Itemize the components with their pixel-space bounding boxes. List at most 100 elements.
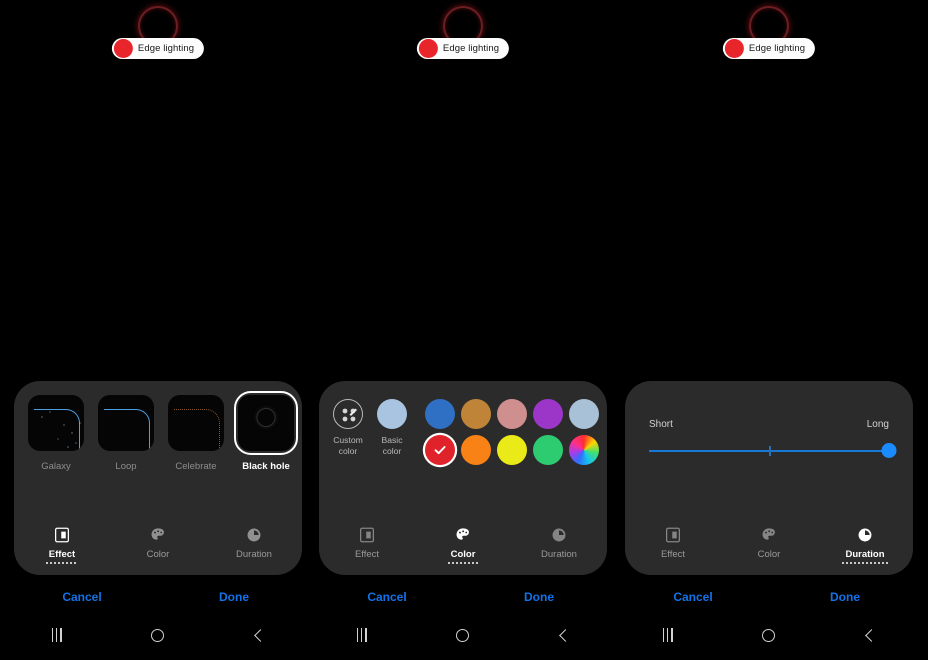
effect-thumbnail-black-hole — [238, 395, 294, 451]
back-icon — [254, 628, 268, 642]
tab-color[interactable]: Color — [110, 507, 206, 575]
tab-label: Duration — [236, 549, 272, 560]
done-button[interactable]: Done — [769, 590, 921, 604]
tab-effect[interactable]: Effect — [625, 507, 721, 575]
android-navbar — [6, 618, 310, 652]
sheet-tabbar: Effect Color Duration — [319, 507, 607, 575]
palette-icon — [151, 528, 164, 540]
swatch-purple[interactable] — [533, 399, 563, 429]
recents-button[interactable] — [311, 618, 412, 652]
swatch-green[interactable] — [533, 435, 563, 465]
effect-thumb-wrap-selected — [234, 391, 298, 455]
effect-thumb-wrap — [24, 391, 88, 455]
effect-item-celebrate[interactable]: Celebrate — [164, 391, 228, 472]
notification-pill[interactable]: Edge lighting — [722, 38, 816, 59]
palette-icon — [762, 528, 775, 540]
swatch-red-selected[interactable] — [425, 435, 455, 465]
sheet-actions: Cancel Done — [6, 583, 310, 611]
sheet-tabbar: Effect Color Duration — [14, 507, 302, 575]
custom-color-label-line1: Custom — [333, 435, 363, 445]
effect-thumbnail-celebrate — [168, 395, 224, 451]
home-button[interactable] — [412, 618, 513, 652]
duration-area: Short Long — [625, 381, 913, 459]
swatch-dusty-pink[interactable] — [497, 399, 527, 429]
tab-effect[interactable]: Effect — [14, 507, 110, 575]
home-button[interactable] — [718, 618, 819, 652]
notification-pill[interactable]: Edge lighting — [416, 38, 510, 59]
effect-item-black-hole[interactable]: Black hole — [234, 391, 298, 472]
recents-button[interactable] — [6, 618, 107, 652]
effect-thumbnail-loop — [98, 395, 154, 451]
phone-screenshot-duration: Edge lighting Short Long Effect Color Du… — [617, 0, 921, 660]
cancel-button[interactable]: Cancel — [617, 590, 769, 604]
done-button[interactable]: Done — [158, 590, 310, 604]
sheet-tabbar: Effect Color Duration — [625, 507, 913, 575]
slider-thumb[interactable] — [881, 443, 897, 458]
effect-icon — [665, 527, 681, 543]
tab-effect[interactable]: Effect — [319, 507, 415, 575]
sparkle-overlay — [28, 395, 84, 451]
home-icon — [762, 628, 776, 642]
notification-pill[interactable]: Edge lighting — [111, 38, 205, 59]
back-button[interactable] — [820, 618, 921, 652]
sheet-actions: Cancel Done — [311, 583, 615, 611]
tab-duration[interactable]: Duration — [511, 507, 607, 575]
back-button[interactable] — [514, 618, 615, 652]
color-picker: Custom color Basic color — [319, 381, 607, 507]
basic-color-label: Basic color — [381, 435, 403, 456]
tab-label: Color — [146, 549, 170, 560]
basic-color-option[interactable]: Basic color — [377, 399, 407, 456]
effect-item-loop[interactable]: Loop — [94, 391, 158, 472]
clock-icon — [247, 528, 261, 542]
android-navbar — [617, 618, 921, 652]
tab-duration[interactable]: Duration — [206, 507, 302, 575]
slider-midpoint-tick — [769, 446, 771, 456]
swatch-yellow[interactable] — [497, 435, 527, 465]
phone-screenshot-color: Edge lighting Custom color Basic color E… — [311, 0, 615, 660]
custom-color-label: Custom color — [333, 435, 363, 456]
tab-color[interactable]: Color — [721, 507, 817, 575]
effect-icon — [54, 527, 70, 543]
notification-label: Edge lighting — [442, 43, 500, 54]
effect-label: Celebrate — [175, 461, 217, 472]
basic-color-swatch — [377, 399, 407, 429]
swatch-blue[interactable] — [425, 399, 455, 429]
effect-label: Galaxy — [41, 461, 71, 472]
back-button[interactable] — [209, 618, 310, 652]
screenshot-canvas: Edge lighting Galaxy Loop Celebrate Blac… — [0, 0, 928, 660]
clock-icon — [552, 528, 566, 542]
check-icon — [425, 435, 455, 465]
swatch-orange[interactable] — [461, 435, 491, 465]
notification-app-icon — [724, 39, 744, 58]
recents-button[interactable] — [617, 618, 718, 652]
effect-sheet: Galaxy Loop Celebrate Black hole Effect … — [14, 381, 302, 575]
palette-icon — [456, 528, 469, 540]
swatch-rainbow-wheel[interactable] — [569, 435, 599, 465]
swatch-steel-blue[interactable] — [569, 399, 599, 429]
recents-icon — [662, 628, 673, 642]
home-button[interactable] — [107, 618, 208, 652]
color-area: Custom color Basic color — [319, 381, 607, 465]
effect-icon — [359, 527, 375, 543]
back-icon — [559, 628, 573, 642]
duration-max-label: Long — [866, 419, 889, 430]
effect-list: Galaxy Loop Celebrate Black hole — [14, 381, 302, 507]
tab-label: Color — [447, 549, 479, 564]
notification-label: Edge lighting — [137, 43, 195, 54]
android-navbar — [311, 618, 615, 652]
black-hole-ring-shape — [256, 408, 276, 427]
duration-slider[interactable] — [649, 443, 897, 459]
cancel-button[interactable]: Cancel — [311, 590, 463, 604]
done-button[interactable]: Done — [463, 590, 615, 604]
swatch-bronze[interactable] — [461, 399, 491, 429]
custom-color-icon — [333, 399, 363, 429]
duration-sheet: Short Long Effect Color Duration — [625, 381, 913, 575]
tab-color[interactable]: Color — [415, 507, 511, 575]
recents-icon — [51, 628, 62, 642]
effect-item-galaxy[interactable]: Galaxy — [24, 391, 88, 472]
effect-thumbnail-galaxy — [28, 395, 84, 451]
custom-color-option[interactable]: Custom color — [333, 399, 363, 456]
home-icon — [456, 628, 470, 642]
cancel-button[interactable]: Cancel — [6, 590, 158, 604]
tab-duration[interactable]: Duration — [817, 507, 913, 575]
